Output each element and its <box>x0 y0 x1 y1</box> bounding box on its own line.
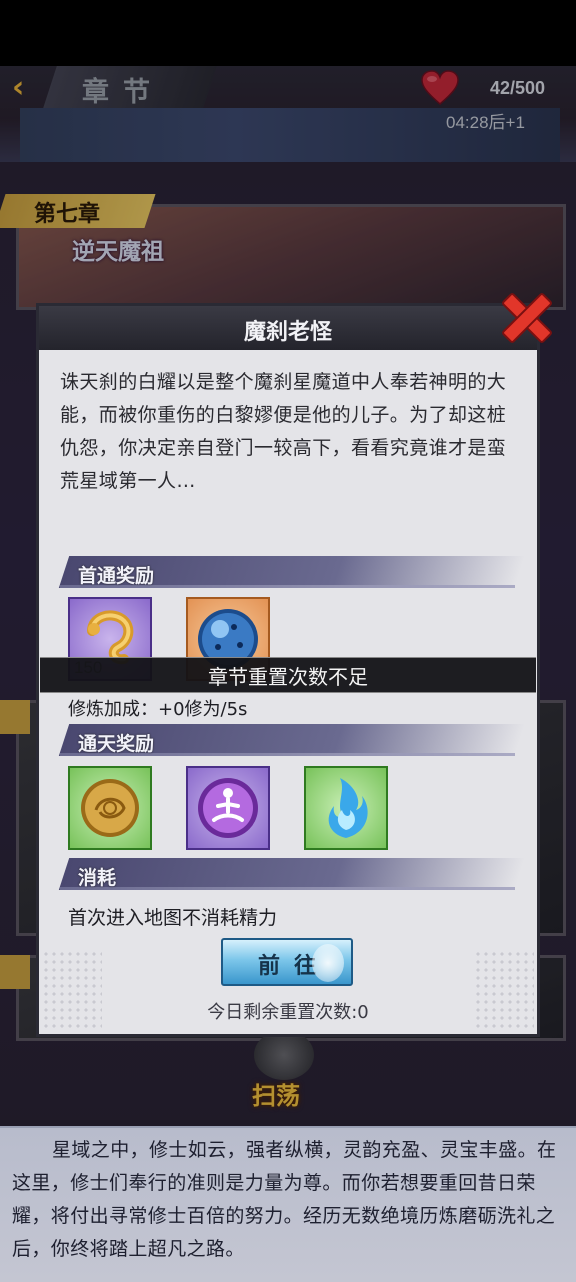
toast-message: 章节重置次数不足 <box>208 665 368 689</box>
reward-item[interactable] <box>304 766 388 850</box>
clear-reward-title: 通天奖励 <box>78 733 155 755</box>
reward-item[interactable] <box>186 766 270 850</box>
gold-coin-icon <box>81 779 139 837</box>
section-divider <box>60 887 515 890</box>
close-button[interactable] <box>496 286 554 345</box>
cost-text: 首次进入地图不消耗精力 <box>68 907 278 929</box>
first-clear-title: 首通奖励 <box>78 565 155 587</box>
status-bar <box>0 0 576 66</box>
stage-description: 诛天刹的白耀以是整个魔刹星魔道中人奉若神明的大能，而被你重伤的白黎嫪便是他的儿子… <box>60 371 507 492</box>
remaining-resets: 今日剩余重置次数:0 <box>207 1002 369 1023</box>
reward-item[interactable] <box>68 766 152 850</box>
blue-flame-icon <box>328 778 368 838</box>
cultivation-bonus: 修炼加成：+0修为/5s <box>68 699 248 720</box>
close-icon <box>496 286 554 345</box>
dialog-title: 魔刹老怪 <box>243 320 332 345</box>
touch-indicator <box>312 944 344 982</box>
meditation-icon <box>198 778 258 838</box>
section-header <box>58 858 526 890</box>
cost-title: 消耗 <box>78 867 117 889</box>
lore-text: 星域之中，修士如云，强者纵横，灵韵充盈、灵宝丰盛。在这里，修士们奉行的准则是力量… <box>12 1139 557 1260</box>
